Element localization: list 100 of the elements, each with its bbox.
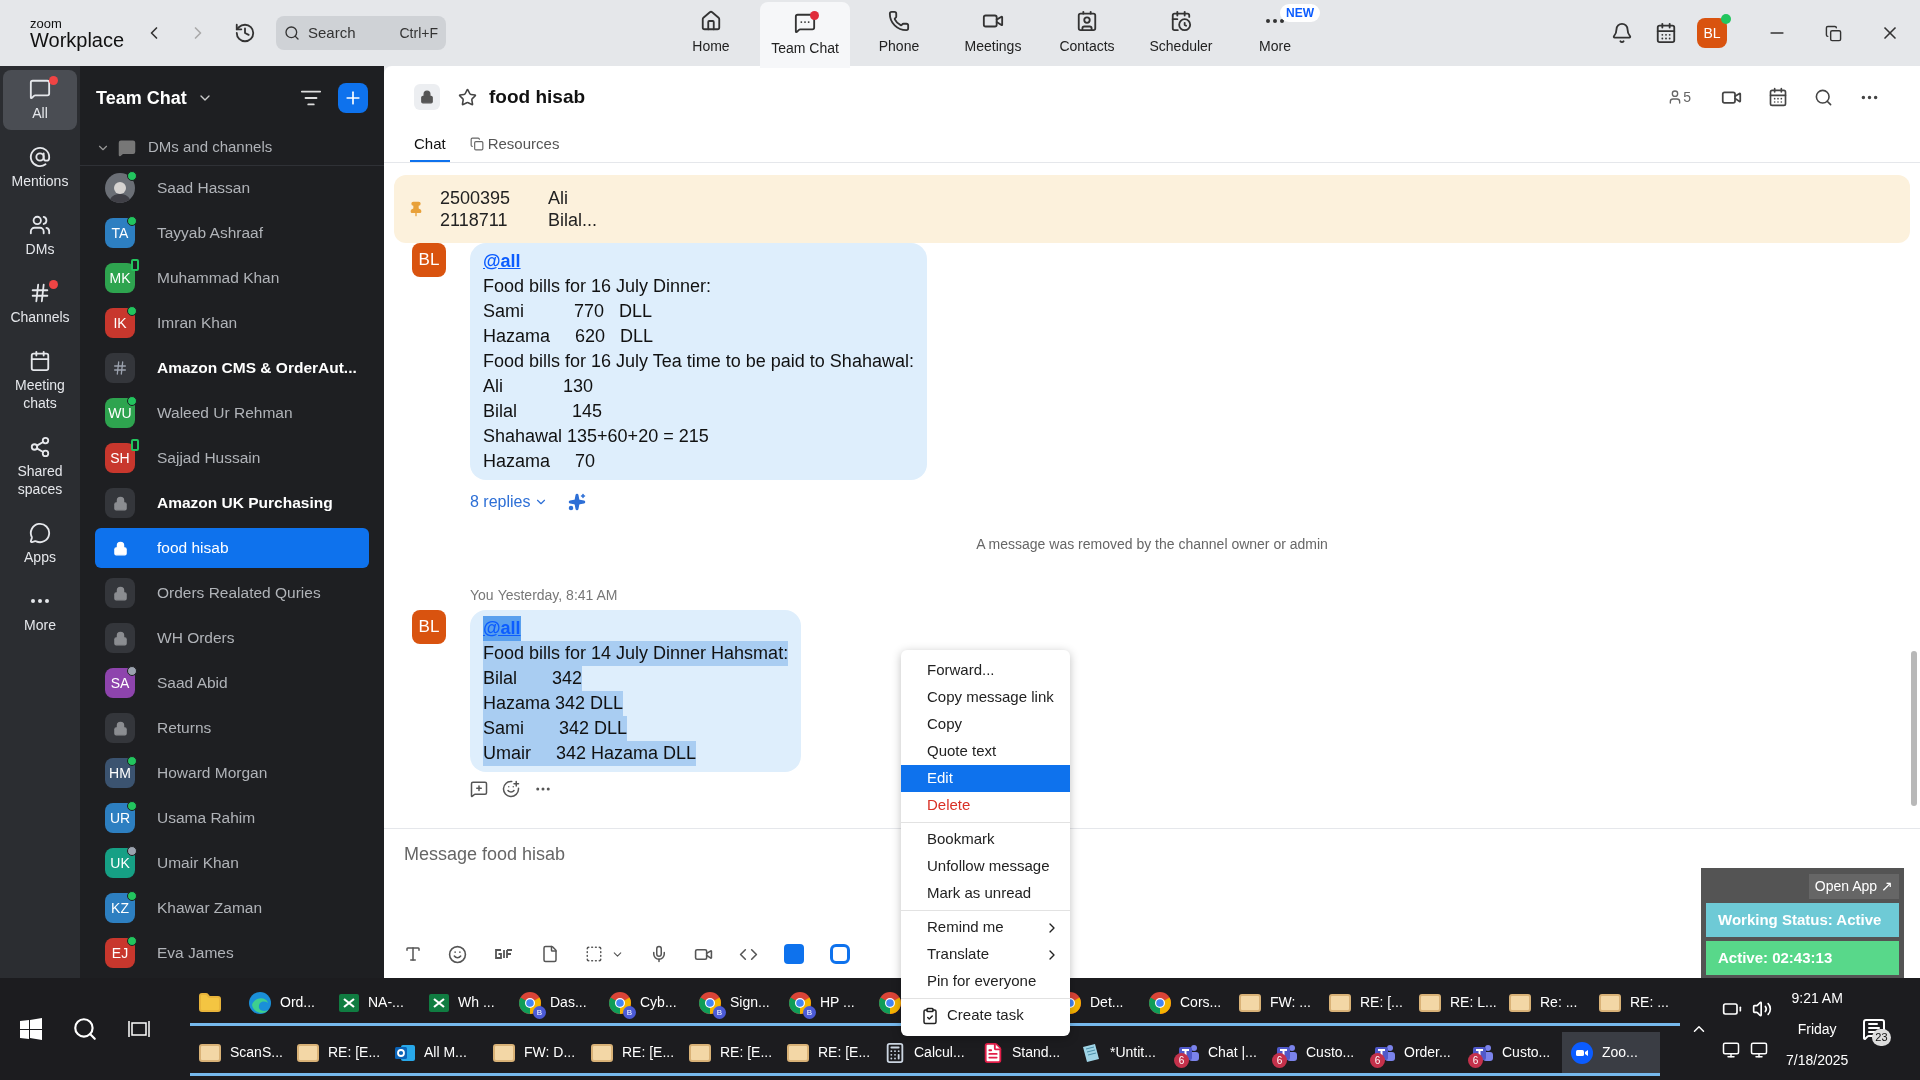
taskbar-item[interactable]: Wh ...: [420, 982, 510, 1026]
conversation-item[interactable]: Amazon CMS & OrderAut...: [95, 348, 369, 388]
menu-item[interactable]: Copy message link: [901, 684, 1070, 711]
taskbar-item[interactable]: *Untit...: [1072, 1032, 1170, 1076]
menu-item[interactable]: Edit: [901, 765, 1070, 792]
menu-item[interactable]: Delete: [901, 792, 1070, 819]
clock-time[interactable]: 9:21 AM: [1791, 987, 1843, 1009]
notifications-icon[interactable]: [1611, 22, 1633, 44]
conversation-item[interactable]: WU Waleed Ur Rehman: [95, 393, 369, 433]
restore-icon[interactable]: [1825, 24, 1842, 42]
app-icon[interactable]: [830, 944, 850, 964]
format-icon[interactable]: [404, 945, 422, 963]
taskbar-item[interactable]: B Cyb...: [600, 982, 690, 1026]
taskbar-item[interactable]: B Sign...: [690, 982, 780, 1026]
notification-center-icon[interactable]: [1862, 1017, 1887, 1041]
taskbar-item[interactable]: RE: L...: [1410, 982, 1500, 1026]
taskbar-item[interactable]: Cors...: [1140, 982, 1230, 1026]
reply-icon[interactable]: [470, 780, 488, 798]
scrollbar[interactable]: [1911, 651, 1917, 806]
nav-tab[interactable]: Meetings: [948, 0, 1038, 66]
emoji-icon[interactable]: [448, 944, 467, 964]
open-app-button[interactable]: Open App ↗: [1808, 874, 1899, 899]
ai-summary-icon[interactable]: [568, 493, 587, 511]
pinned-banner[interactable]: 2500395 Ali 2118711 Bilal...: [394, 175, 1910, 243]
taskbar-item[interactable]: B Das...: [510, 982, 600, 1026]
conversation-item[interactable]: UK Umair Khan: [95, 843, 369, 883]
gif-icon[interactable]: [493, 948, 515, 960]
taskbar-item[interactable]: All M...: [386, 1032, 484, 1076]
conversation-item[interactable]: EJ Eva James: [95, 933, 369, 973]
menu-item[interactable]: Forward...: [901, 657, 1070, 684]
taskbar-item[interactable]: FW: ...: [1230, 982, 1320, 1026]
conversation-item[interactable]: Amazon UK Purchasing: [95, 483, 369, 523]
replies-link[interactable]: 8 replies: [470, 490, 549, 514]
taskbar-item[interactable]: RE: [E...: [582, 1032, 680, 1076]
taskbar-item[interactable]: Zoo...: [1562, 1032, 1660, 1076]
conversation-item[interactable]: IK Imran Khan: [95, 303, 369, 343]
taskbar-item[interactable]: B HP ...: [780, 982, 870, 1026]
conversation-item[interactable]: MK Muhammad Khan: [95, 258, 369, 298]
new-chat-button[interactable]: [338, 83, 368, 113]
conversation-item[interactable]: SA Saad Abid: [95, 663, 369, 703]
conversation-item[interactable]: SH Sajjad Hussain: [95, 438, 369, 478]
nav-tab[interactable]: NEW More: [1230, 0, 1320, 66]
menu-item[interactable]: Bookmark: [901, 826, 1070, 853]
submenu-item[interactable]: Remind me: [901, 914, 1070, 941]
taskbar-item[interactable]: FW: D...: [484, 1032, 582, 1076]
task-view-icon[interactable]: [128, 1019, 150, 1039]
content-tab[interactable]: Resources: [465, 128, 564, 162]
panel-title[interactable]: Team Chat: [96, 84, 187, 112]
volume-icon[interactable]: [1752, 999, 1772, 1019]
taskbar-item[interactable]: RE: [E...: [778, 1032, 876, 1076]
conversation-item[interactable]: HM Howard Morgan: [95, 753, 369, 793]
taskbar-item[interactable]: RE: [...: [1320, 982, 1410, 1026]
taskbar-item[interactable]: Re: ...: [1500, 982, 1590, 1026]
taskbar-item[interactable]: RE: ...: [1590, 982, 1680, 1026]
screenshot-icon[interactable]: [585, 945, 603, 963]
rail-tab[interactable]: DMs: [3, 206, 77, 266]
search-icon[interactable]: [1814, 87, 1833, 107]
rail-tab[interactable]: All: [3, 70, 77, 130]
rail-tab[interactable]: More: [3, 582, 77, 642]
conversation-item[interactable]: Saad Hassan: [95, 168, 369, 208]
search-icon[interactable]: [72, 1016, 98, 1042]
member-count[interactable]: 5: [1683, 86, 1691, 108]
clock-day[interactable]: Friday: [1797, 1018, 1837, 1040]
history-icon[interactable]: [234, 22, 256, 44]
menu-item[interactable]: Quote text: [901, 738, 1070, 765]
nav-tab[interactable]: Scheduler: [1136, 0, 1226, 66]
taskbar-item[interactable]: 6 Order...: [1366, 1032, 1464, 1076]
message-input[interactable]: Message food hisab: [404, 841, 566, 868]
file-icon[interactable]: [541, 945, 559, 963]
conversation-item[interactable]: KZ Khawar Zaman: [95, 888, 369, 928]
menu-item[interactable]: Unfollow message: [901, 853, 1070, 880]
taskbar-item[interactable]: RE: [E...: [288, 1032, 386, 1076]
conversation-item[interactable]: UR Usama Rahim: [95, 798, 369, 838]
section-header[interactable]: DMs and channels: [148, 136, 273, 159]
rail-tab[interactable]: Apps: [3, 514, 77, 574]
menu-item[interactable]: Mark as unread: [901, 880, 1070, 907]
taskbar-item[interactable]: 6 Chat |...: [1170, 1032, 1268, 1076]
star-icon[interactable]: [458, 87, 477, 107]
submenu-item[interactable]: Translate: [901, 941, 1070, 968]
conversation-item[interactable]: TA Tayyab Ashraaf: [95, 213, 369, 253]
content-tab[interactable]: Chat: [410, 128, 450, 162]
conversation-item[interactable]: food hisab: [95, 528, 369, 568]
add-reaction-icon[interactable]: [502, 780, 520, 798]
taskbar-item[interactable]: NA-...: [330, 982, 420, 1026]
conversation-item[interactable]: Orders Realated Quries: [95, 573, 369, 613]
nav-tab[interactable]: Phone: [854, 0, 944, 66]
microphone-icon[interactable]: [650, 945, 668, 963]
menu-item[interactable]: Copy: [901, 711, 1070, 738]
app-icon[interactable]: [784, 944, 804, 964]
rail-tab[interactable]: Mentions: [3, 138, 77, 198]
taskbar-item[interactable]: Ord...: [240, 982, 330, 1026]
search-field[interactable]: Search Ctrl+F: [276, 16, 446, 50]
start-icon[interactable]: [20, 1018, 42, 1040]
calendar-icon[interactable]: [1768, 87, 1788, 107]
mention-link[interactable]: @all: [483, 249, 521, 274]
conversation-item[interactable]: Returns: [95, 708, 369, 748]
rail-tab[interactable]: Channels: [3, 274, 77, 334]
rail-tab[interactable]: Meeting chats: [3, 342, 77, 420]
display-icon[interactable]: [1722, 1041, 1740, 1059]
calendar-icon[interactable]: [1655, 22, 1677, 44]
